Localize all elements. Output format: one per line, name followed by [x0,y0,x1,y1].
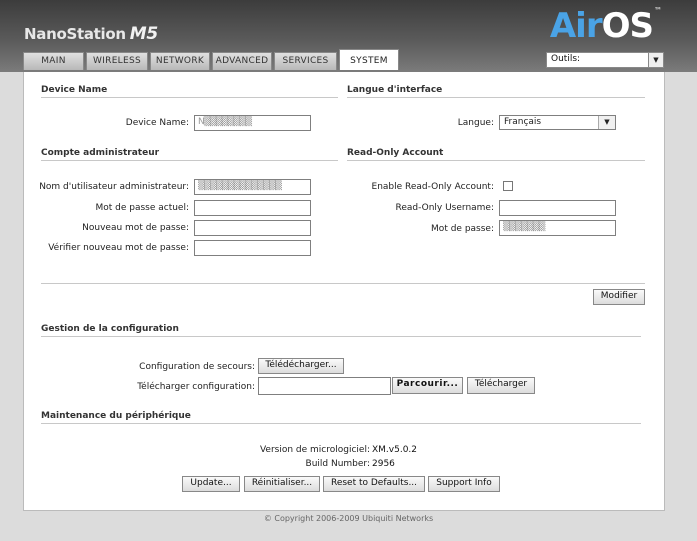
firmware-update-button[interactable]: Update... [182,476,240,492]
tab-services[interactable]: SERVICES [274,52,337,70]
admin-username-value: ▒▒▒▒▒▒▒▒▒▒▒▒▒▒ [198,181,282,191]
logo-air: Air [549,6,603,46]
admin-username-label: Nom d'utilisateur administrateur: [39,182,189,192]
divider [347,160,645,161]
logo-os: OS [601,6,654,46]
divider [41,97,338,98]
tools-dropdown[interactable]: Outils: ▼ [546,52,664,68]
firmware-version-label: Version de micrologiciel: [259,445,370,455]
chevron-down-icon: ▼ [598,116,615,129]
tab-main[interactable]: MAIN [23,52,84,70]
product-brand: NanoStation [24,25,126,43]
readonly-password-input[interactable]: ▒▒▒▒▒▒▒ [499,220,616,236]
reboot-button[interactable]: Réinitialiser... [244,476,320,492]
readonly-password-label: Mot de passe: [431,224,494,234]
language-select-value: Français [504,117,542,127]
divider [41,423,641,424]
readonly-username-input[interactable] [499,200,616,216]
verify-password-input[interactable] [194,240,311,256]
device-name-input[interactable]: N▒▒▒▒▒▒▒▒ [194,115,311,131]
section-device-maintenance: Maintenance du périphérique [41,411,191,421]
device-name-label: Device Name: [125,118,189,128]
section-admin-account: Compte administrateur [41,148,160,158]
logo-tm: ™ [654,6,662,15]
enable-readonly-checkbox[interactable] [503,181,513,191]
language-select[interactable]: Français ▼ [499,115,616,130]
upload-config-label: Télécharger configuration: [137,382,255,392]
current-password-label: Mot de passe actuel: [95,203,189,213]
divider [41,283,645,284]
build-number-value: 2956 [372,459,395,469]
verify-password-label: Vérifier nouveau mot de passe: [48,243,189,253]
section-readonly-account: Read-Only Account [347,148,444,158]
product-logo: NanoStation M5 [24,24,158,44]
tab-advanced[interactable]: ADVANCED [212,52,272,70]
tab-network[interactable]: NETWORK [150,52,210,70]
support-info-button[interactable]: Support Info [428,476,500,492]
language-label: Langue: [457,118,494,128]
admin-username-input[interactable]: ▒▒▒▒▒▒▒▒▒▒▒▒▒▒ [194,179,311,195]
tab-wireless[interactable]: WIRELESS [86,52,148,70]
divider [347,97,645,98]
current-password-input[interactable] [194,200,311,216]
main-tabs: MAIN WIRELESS NETWORK ADVANCED SERVICES … [23,49,401,70]
tools-dropdown-value: Outils: [551,54,581,64]
divider [41,336,641,337]
upload-button[interactable]: Télécharger [467,377,535,394]
device-name-value: N▒▒▒▒▒▒▒▒ [198,117,252,127]
copyright-footer: © Copyright 2006-2009 Ubiquiti Networks [263,514,434,523]
build-number-label: Build Number: [305,459,370,469]
system-panel: Device Name Device Name: N▒▒▒▒▒▒▒▒ Langu… [23,72,665,511]
upload-config-file-input[interactable] [258,377,391,395]
divider [41,160,338,161]
firmware-version-value: XM.v5.0.2 [372,445,418,455]
product-model: M5 [129,24,158,44]
new-password-input[interactable] [194,220,311,236]
browse-button[interactable]: Parcourir... [392,377,463,394]
readonly-username-label: Read-Only Username: [395,203,495,213]
new-password-label: Nouveau mot de passe: [82,223,189,233]
modify-button[interactable]: Modifier [593,289,645,305]
backup-config-label: Configuration de secours: [139,362,255,372]
enable-readonly-label: Enable Read-Only Account: [371,182,494,192]
section-device-name: Device Name [41,85,108,95]
section-config-management: Gestion de la configuration [41,324,179,334]
tab-system[interactable]: SYSTEM [339,49,399,70]
chevron-down-icon: ▼ [648,53,663,67]
backup-download-button[interactable]: Télédécharger... [258,358,344,374]
section-language: Langue d'interface [347,85,443,95]
airos-logo: AirOS™ [549,6,662,46]
reset-defaults-button[interactable]: Reset to Defaults... [323,476,425,492]
readonly-password-value: ▒▒▒▒▒▒▒ [503,222,545,232]
